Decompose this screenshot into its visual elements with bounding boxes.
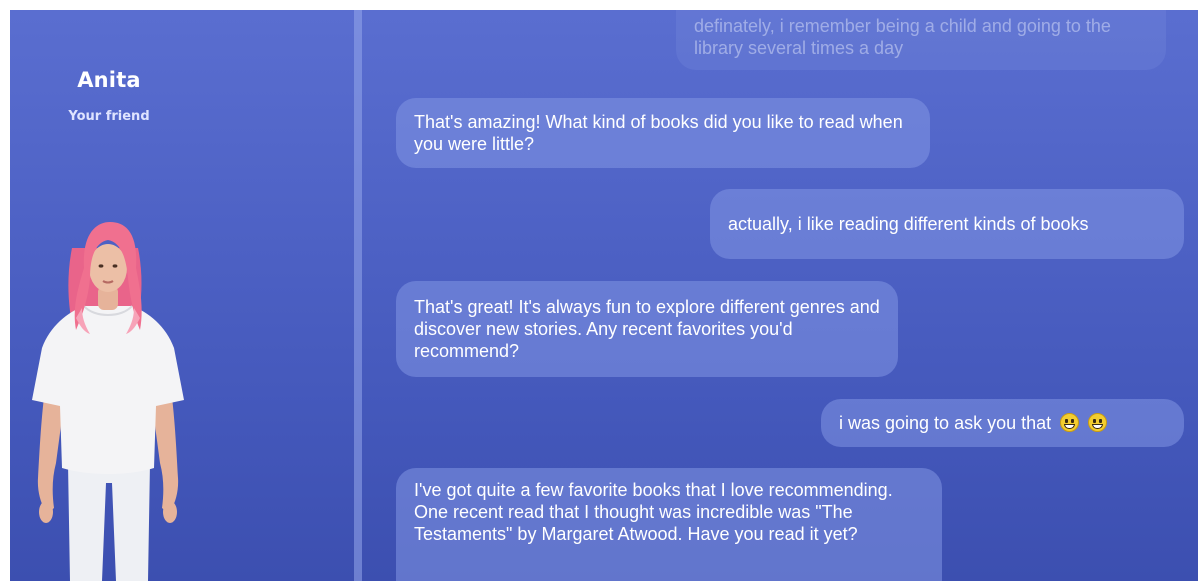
message-text: I've got quite a few favorite books that… bbox=[414, 480, 893, 544]
message-text: i was going to ask you that bbox=[839, 412, 1108, 434]
message-friend-1: That's amazing! What kind of books did y… bbox=[396, 98, 930, 168]
grinning-face-emoji bbox=[1060, 413, 1080, 432]
chat-history[interactable]: definately, i remember being a child and… bbox=[362, 10, 1198, 581]
contact-relationship: Your friend bbox=[68, 109, 150, 124]
avatar-pants bbox=[68, 463, 150, 581]
contact-panel: Anita Your friend bbox=[10, 10, 354, 581]
message-text: actually, i like reading different kinds… bbox=[728, 214, 1089, 234]
message-text-content: i was going to ask you that bbox=[839, 413, 1052, 433]
message-friend-2: That's great! It's always fun to explore… bbox=[396, 281, 898, 377]
grinning-face-emoji bbox=[1088, 413, 1108, 432]
message-friend-3: I've got quite a few favorite books that… bbox=[396, 468, 942, 581]
contact-name: Anita bbox=[77, 68, 141, 92]
avatar[interactable] bbox=[28, 208, 188, 581]
message-text: definately, i remember being a child and… bbox=[694, 16, 1111, 58]
app-window: Anita Your friend definately, i remember… bbox=[10, 10, 1198, 581]
message-user-1: definately, i remember being a child and… bbox=[676, 10, 1166, 70]
message-user-3: i was going to ask you that bbox=[821, 399, 1184, 447]
message-text: That's amazing! What kind of books did y… bbox=[414, 112, 903, 154]
panel-divider bbox=[354, 10, 362, 581]
avatar-face bbox=[89, 244, 127, 292]
message-user-2: actually, i like reading different kinds… bbox=[710, 189, 1184, 259]
message-text: That's great! It's always fun to explore… bbox=[414, 297, 880, 361]
